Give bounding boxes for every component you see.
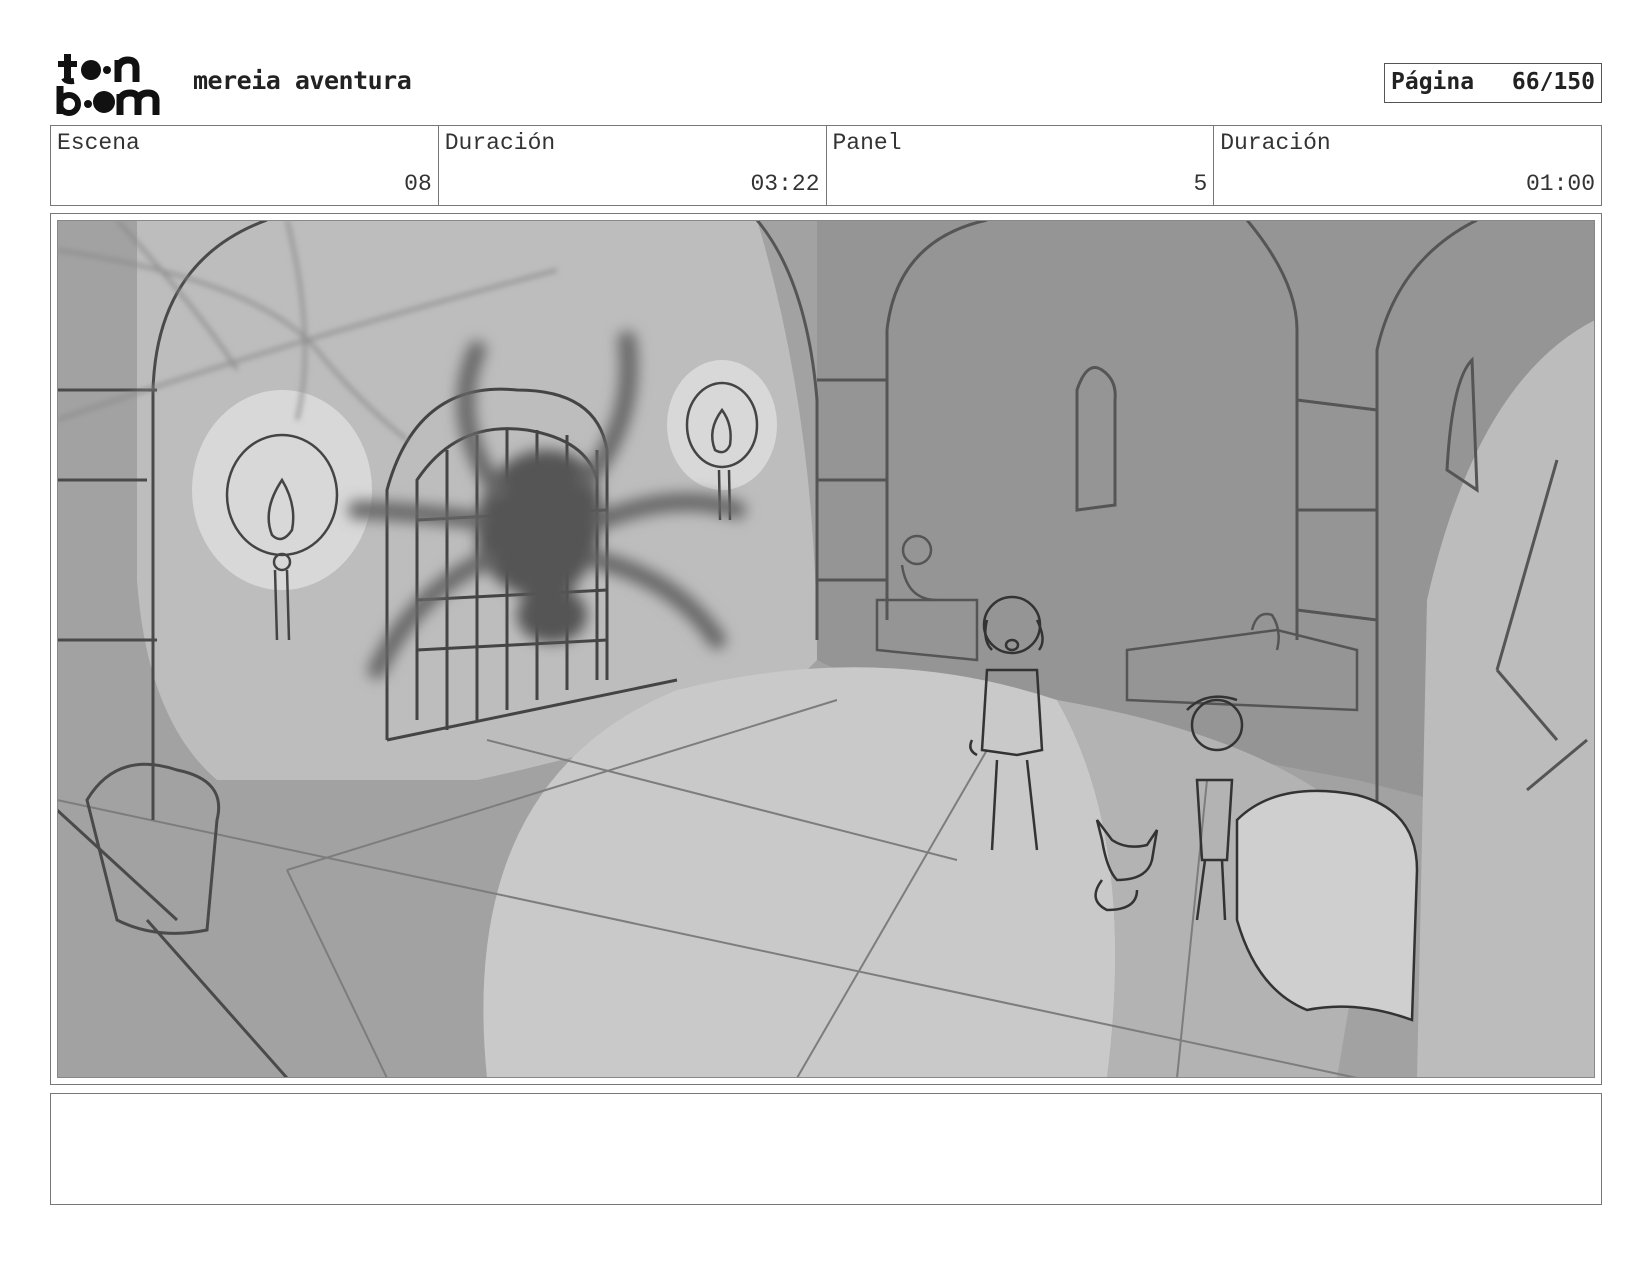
- panel-label: Panel: [832, 130, 902, 156]
- scene-info-row: Escena 08 Duración 03:22 Panel 5 Duració…: [50, 125, 1602, 206]
- scene-label: Escena: [57, 130, 140, 156]
- scene-value: 08: [404, 171, 432, 197]
- storyboard-sketch: [57, 220, 1595, 1078]
- page-indicator: Página 66/150: [1384, 63, 1602, 103]
- scene-duration-label: Duración: [444, 130, 556, 156]
- page-number: 66/150: [1511, 69, 1595, 95]
- panel-cell: Panel 5: [827, 126, 1215, 205]
- panel-notes-box: [50, 1093, 1602, 1205]
- toon-boom-logo: [56, 54, 160, 116]
- page-label: Página: [1391, 69, 1475, 95]
- scene-duration-value: 03:22: [750, 171, 820, 197]
- panel-duration-label: Duración: [1220, 130, 1331, 156]
- storyboard-panel: [50, 213, 1602, 1085]
- panel-duration-cell: Duración 01:00: [1214, 126, 1601, 205]
- panel-value: 5: [1193, 171, 1208, 197]
- scene-cell: Escena 08: [51, 126, 439, 205]
- project-title: mereia aventura: [193, 66, 412, 95]
- scene-duration-cell: Duración 03:22: [439, 126, 827, 205]
- panel-duration-value: 01:00: [1525, 171, 1595, 197]
